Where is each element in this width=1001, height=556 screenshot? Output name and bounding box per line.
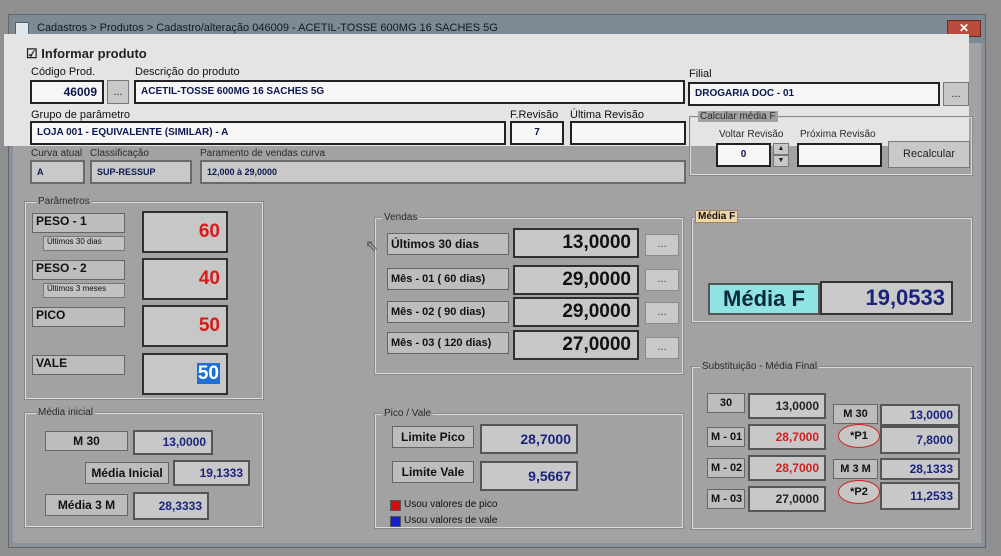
subst-m3m-label: M 3 M [833,459,878,479]
spin-up-icon[interactable]: ▲ [773,143,789,155]
subst-m02-value: 28,7000 [748,455,826,481]
vale-legend-swatch [390,516,401,527]
vendas-m01-label: Mês - 01 ( 60 dias) [387,268,509,290]
window-title: Cadastros > Produtos > Cadastro/alteraçã… [37,22,498,34]
vendas-m02-button[interactable]: ... [645,302,679,324]
vendas-m03-button[interactable]: ... [645,337,679,359]
vendas-m01-button[interactable]: ... [645,269,679,291]
vale-value-selected: 50 [196,363,220,384]
limite-vale-value: 9,5667 [480,461,578,491]
description-label: Descrição do produto [135,66,240,78]
vendas-title: Vendas [382,212,420,223]
checkbox-icon[interactable]: ☑ [26,46,38,61]
subst-30-label: 30 [707,393,745,413]
frevisao-field[interactable]: 7 [510,121,564,145]
subst-m02-label: M - 02 [707,458,745,478]
proxima-revisao-label: Próxima Revisão [800,129,876,140]
subst-m01-label: M - 01 [707,427,745,447]
filial-label: Filial [689,68,712,80]
subst-m3m-value: 28,1333 [880,458,960,480]
media-inicial-label: Média Inicial [85,462,169,484]
media-f-label: Média F [708,283,820,315]
subst-m30-value: 13,0000 [880,404,960,426]
media-3m-value: 28,3333 [133,492,209,520]
limite-pico-label: Limite Pico [392,426,474,448]
pico-value[interactable]: 50 [142,305,228,347]
classificacao-label: Classificação [90,148,149,159]
pico-label: PICO [32,307,125,327]
filial-lookup-button[interactable]: ... [943,82,969,106]
vendas-m03-label: Mês - 03 ( 120 dias) [387,332,509,354]
code-label: Código Prod. [31,66,96,78]
peso1-label: PESO - 1 [32,213,125,233]
proxima-revisao-field[interactable] [797,143,882,167]
limite-vale-label: Limite Vale [392,461,474,483]
media-inicial-title: Média inicial [36,407,96,418]
subst-p2-label: *P2 [838,480,880,504]
media-3m-label: Média 3 M [45,494,128,516]
media-f-header: Média F [695,210,739,223]
limite-pico-value: 28,7000 [480,424,578,454]
peso2-sublabel: Últimos 3 meses [43,283,125,298]
vendas-30-button[interactable]: ... [645,234,679,256]
substituicao-title: Substituição - Média Final [700,361,820,372]
inform-product-label: Informar produto [41,46,147,61]
filial-field[interactable]: DROGARIA DOC - 01 [688,82,940,106]
pico-legend-swatch [390,500,401,511]
product-description-field[interactable]: ACETIL-TOSSE 600MG 16 SACHES 5G [134,80,685,104]
classificacao-field: SUP-RESSUP [90,160,192,184]
subst-p1-label: *P1 [838,424,880,448]
vendas-m01-value: 29,0000 [513,265,639,295]
code-lookup-button[interactable]: ... [107,80,129,104]
vendas-30-value: 13,0000 [513,228,639,258]
m30-value: 13,0000 [133,430,213,455]
subst-m30-label: M 30 [833,404,878,424]
pico-vale-title: Pico / Vale [382,408,434,419]
media-inicial-value: 19,1333 [173,460,250,486]
param-vendas-field: 12,000 à 29,0000 [200,160,686,184]
vale-legend-label: Usou valores de vale [404,515,498,526]
subst-30-value: 13,0000 [748,393,826,419]
ultima-revisao-label: Última Revisão [570,109,644,121]
vendas-30-label: Últimos 30 dias [387,233,509,255]
product-code-field[interactable]: 46009 [30,80,104,104]
recalcular-button[interactable]: Recalcular [888,141,970,168]
grupo-field[interactable]: LOJA 001 - EQUIVALENTE (SIMILAR) - A [30,121,506,145]
vale-value[interactable]: 50 [142,353,228,395]
grupo-label: Grupo de parâmetro [31,109,131,121]
peso2-label: PESO - 2 [32,260,125,280]
curva-field: A [30,160,85,184]
pico-legend-label: Usou valores de pico [404,499,498,510]
vendas-m02-label: Mês - 02 ( 90 dias) [387,301,509,323]
inform-product-row[interactable]: ☑ Informar produto [26,46,147,62]
vale-label: VALE [32,355,125,375]
param-vendas-label: Paramento de vendas curva [200,148,326,159]
cursor-icon: ⇖ [365,238,379,255]
voltar-revisao-label: Voltar Revisão [719,129,784,140]
subst-p1-value: 7,8000 [880,426,960,454]
subst-p2-value: 11,2533 [880,482,960,510]
peso1-sublabel: Últimos 30 dias [43,236,125,251]
peso1-value[interactable]: 60 [142,211,228,253]
media-f-value: 19,0533 [820,281,953,315]
ultima-revisao-field[interactable] [570,121,686,145]
subst-m03-label: M - 03 [707,489,745,509]
vendas-m02-value: 29,0000 [513,297,639,327]
m30-label: M 30 [45,431,128,451]
subst-m03-value: 27,0000 [748,486,826,512]
curva-label: Curva atual [31,148,83,159]
frevisao-label: F.Revisão [510,109,559,121]
peso2-value[interactable]: 40 [142,258,228,300]
subst-m01-value: 28,7000 [748,424,826,450]
calcular-media-title: Calcular média F [698,111,778,122]
voltar-revisao-field[interactable]: 0 [716,143,771,167]
spin-down-icon[interactable]: ▼ [773,155,789,167]
vendas-m03-value: 27,0000 [513,330,639,360]
parametros-title: Parâmetros [36,196,92,207]
